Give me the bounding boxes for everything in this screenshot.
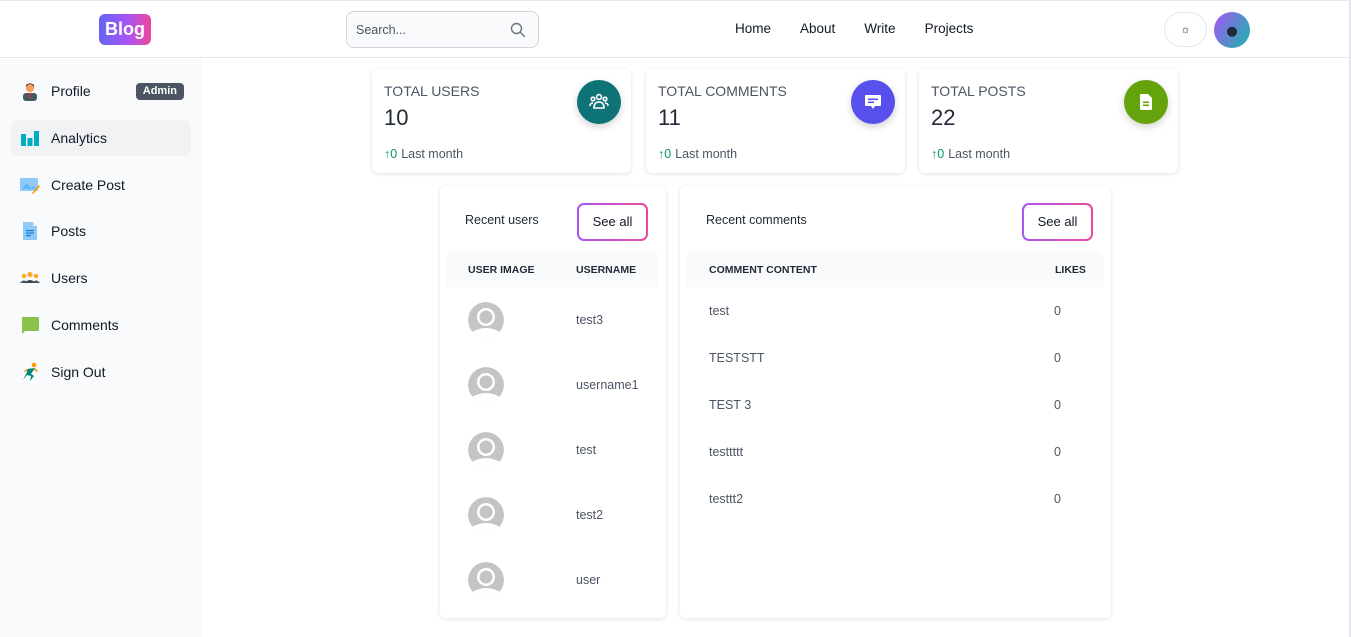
theme-toggle-button[interactable]: ☼ xyxy=(1164,12,1207,47)
nav-write[interactable]: Write xyxy=(864,21,895,36)
top-navbar: Blog Home About Write Projects ☼ xyxy=(0,0,1351,58)
stat-value: 11 xyxy=(658,105,681,130)
sidebar-item-label: Create Post xyxy=(51,177,125,193)
likes-cell: 0 xyxy=(1054,492,1061,506)
likes-cell: 0 xyxy=(1054,304,1061,318)
comment-content-cell: testtt2 xyxy=(709,492,744,506)
comment-content-cell: TEST 3 xyxy=(709,398,752,412)
stat-card-comments: TOTAL COMMENTS 11 ↑0 Last month xyxy=(646,69,905,173)
sidebar-item-comments[interactable]: Comments xyxy=(11,307,191,343)
likes-cell: 0 xyxy=(1054,351,1061,365)
sidebar-item-label: Posts xyxy=(51,223,87,239)
main-nav: Home About Write Projects xyxy=(735,21,1002,36)
stat-icon-circle xyxy=(577,80,621,124)
sign-out-icon xyxy=(23,362,38,381)
sidebar-item-label: Analytics xyxy=(51,130,108,146)
sun-icon: ☼ xyxy=(1180,23,1191,36)
users-table-header: USER IMAGE USERNAME xyxy=(447,251,659,287)
see-all-users-button[interactable]: See all xyxy=(577,203,648,241)
nav-home[interactable]: Home xyxy=(735,21,771,36)
sidebar: Profile Admin Analytics Create Post Post… xyxy=(0,59,202,637)
username-cell: user xyxy=(576,573,601,587)
panel-title: Recent comments xyxy=(706,213,807,227)
stat-title: TOTAL POSTS xyxy=(931,83,1026,99)
stat-value: 22 xyxy=(931,105,956,130)
stat-trend: ↑0 Last month xyxy=(384,147,464,161)
blog-logo[interactable]: Blog xyxy=(99,14,151,45)
sidebar-item-users[interactable]: Users xyxy=(11,260,191,296)
users-group-icon xyxy=(589,93,609,109)
comment-content-cell: TESTSTT xyxy=(709,351,765,365)
user-avatar-placeholder xyxy=(468,302,504,338)
user-avatar[interactable] xyxy=(1214,12,1250,48)
search-icon[interactable] xyxy=(510,22,526,38)
search-box xyxy=(346,11,539,48)
arrow-up-icon: ↑0 xyxy=(658,147,672,161)
arrow-up-icon: ↑0 xyxy=(384,147,398,161)
column-header: USERNAME xyxy=(576,264,637,276)
comments-icon xyxy=(22,317,39,334)
stat-trend: ↑0 Last month xyxy=(658,147,738,161)
recent-users-panel: Recent users See all USER IMAGE USERNAME… xyxy=(440,186,666,618)
likes-cell: 0 xyxy=(1054,398,1061,412)
column-header: COMMENT CONTENT xyxy=(709,264,817,276)
sidebar-item-posts[interactable]: Posts xyxy=(11,213,191,249)
user-avatar-placeholder xyxy=(468,562,504,598)
recent-comments-panel: Recent comments See all COMMENT CONTENT … xyxy=(680,186,1111,618)
comments-table-header: COMMENT CONTENT LIKES xyxy=(687,251,1104,287)
posts-icon xyxy=(23,222,37,240)
username-cell: username1 xyxy=(576,378,639,392)
sidebar-item-analytics[interactable]: Analytics xyxy=(11,120,191,156)
stat-card-users: TOTAL USERS 10 ↑0 Last month xyxy=(372,69,631,173)
document-icon xyxy=(1140,94,1152,110)
username-cell: test xyxy=(576,443,597,457)
comment-content-cell: test xyxy=(709,304,730,318)
column-header: LIKES xyxy=(1055,264,1086,276)
sidebar-item-sign-out[interactable]: Sign Out xyxy=(11,354,191,390)
sidebar-item-label: Users xyxy=(51,270,88,286)
arrow-up-icon: ↑0 xyxy=(931,147,945,161)
stat-title: TOTAL USERS xyxy=(384,83,480,99)
nav-projects[interactable]: Projects xyxy=(925,21,974,36)
comment-content-cell: testtttt xyxy=(709,445,744,459)
user-avatar-placeholder xyxy=(468,497,504,533)
create-post-icon xyxy=(20,178,40,194)
comment-icon xyxy=(865,95,881,109)
stat-card-posts: TOTAL POSTS 22 ↑0 Last month xyxy=(919,69,1178,173)
analytics-icon xyxy=(21,131,39,146)
sidebar-item-create-post[interactable]: Create Post xyxy=(11,167,191,203)
likes-cell: 0 xyxy=(1054,445,1061,459)
profile-icon xyxy=(23,83,37,101)
user-avatar-placeholder xyxy=(468,367,504,403)
username-cell: test2 xyxy=(576,508,604,522)
column-header: USER IMAGE xyxy=(468,264,535,276)
sidebar-item-label: Profile xyxy=(51,83,91,99)
see-all-comments-button[interactable]: See all xyxy=(1022,203,1093,241)
stat-trend: ↑0 Last month xyxy=(931,147,1011,161)
sidebar-item-label: Comments xyxy=(51,317,119,333)
search-input[interactable] xyxy=(356,21,506,39)
stat-icon-circle xyxy=(1124,80,1168,124)
users-icon xyxy=(20,271,40,283)
nav-about[interactable]: About xyxy=(800,21,835,36)
stat-value: 10 xyxy=(384,105,409,130)
admin-badge: Admin xyxy=(135,83,184,100)
sidebar-item-profile[interactable]: Profile Admin xyxy=(11,73,191,109)
stat-title: TOTAL COMMENTS xyxy=(658,83,787,99)
stat-icon-circle xyxy=(851,80,895,124)
user-avatar-placeholder xyxy=(468,432,504,468)
username-cell: test3 xyxy=(576,313,604,327)
sidebar-item-label: Sign Out xyxy=(51,364,106,380)
panel-title: Recent users xyxy=(465,213,539,227)
